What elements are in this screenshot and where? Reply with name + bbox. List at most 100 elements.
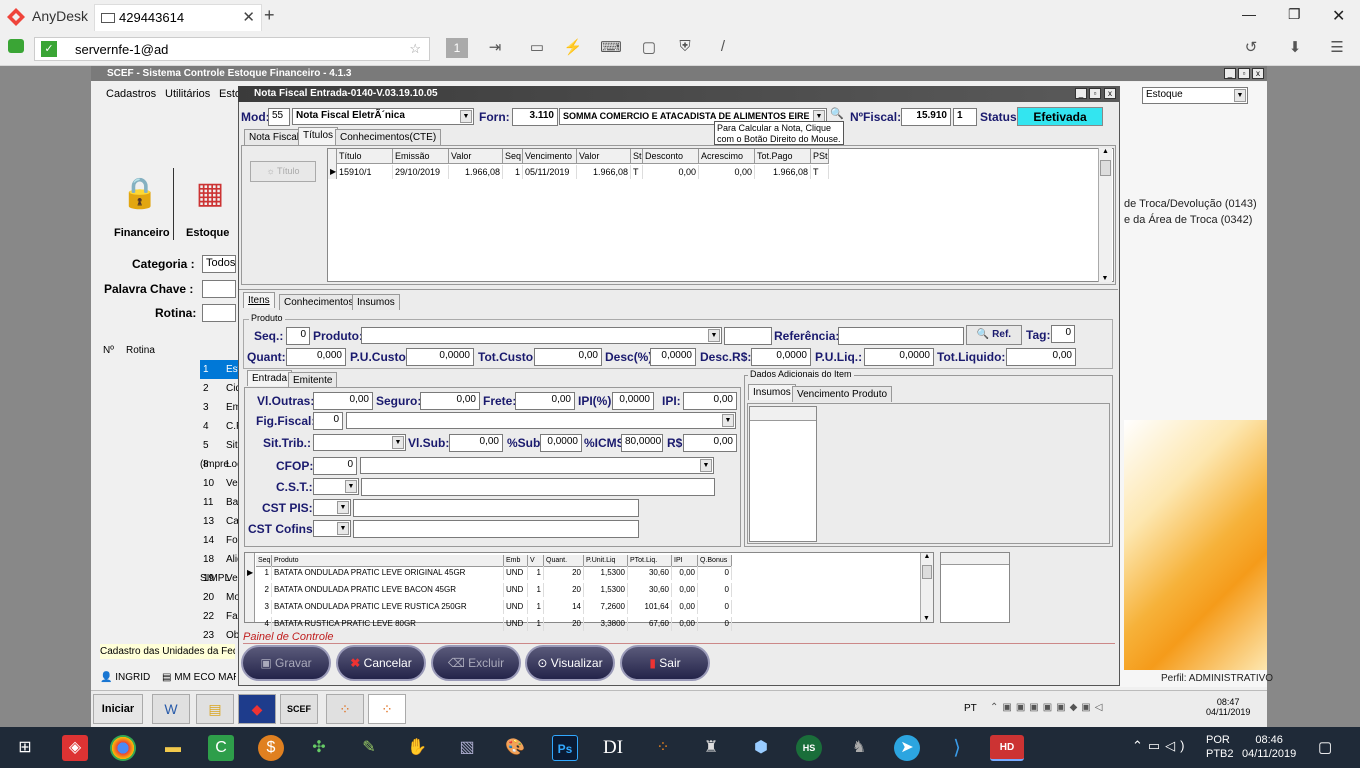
cancelar-button[interactable]: ✖ Cancelar (336, 645, 426, 681)
sittrib-select[interactable]: ▼ (313, 434, 406, 451)
scroll-down-icon[interactable]: ▼ (921, 615, 932, 622)
tab-nota-fiscal[interactable]: Nota Fiscal (244, 129, 305, 145)
cstcofins-select[interactable]: ▼ (313, 520, 351, 537)
actions-icon[interactable]: ⚡ (562, 38, 584, 58)
money-app-icon[interactable]: $ (258, 735, 284, 761)
excluir-button[interactable]: ⌫ Excluir (431, 645, 521, 681)
xp-tray-icons[interactable]: ⌃▣▣▣▣▣◆▣◁ (990, 702, 1106, 713)
scef-close-icon[interactable]: x (1252, 68, 1264, 79)
install-icon[interactable]: ⬇ (1284, 38, 1306, 58)
ipi-perc-input[interactable]: 0,0000 (612, 392, 654, 410)
display-button[interactable]: 1 (446, 38, 468, 58)
produto-code-input[interactable] (724, 327, 772, 345)
gravar-button[interactable]: ▣ Gravar (241, 645, 331, 681)
close-icon[interactable]: ✕ (1332, 6, 1345, 26)
tray-icons[interactable]: ⌃▭◁) (1132, 738, 1190, 754)
tab-conhecimentos[interactable]: Conhecimentos (279, 294, 359, 310)
itens-row[interactable]: 2 BATATA ONDULADA PRATIC LEVE BACON 45GR U… (256, 583, 732, 600)
word-icon[interactable]: W (152, 694, 190, 724)
nf-close-icon[interactable]: x (1104, 88, 1116, 99)
ipi-input[interactable]: 0,00 (683, 392, 737, 410)
psub-input[interactable]: 0,0000 (540, 434, 582, 452)
network-app-icon[interactable]: ✣ (306, 735, 332, 761)
windows-start-icon[interactable]: ⊞ (12, 735, 38, 761)
visualizar-button[interactable]: ⊙ Visualizar (525, 645, 615, 681)
titulo-button[interactable]: ☼ Título (250, 161, 316, 182)
tab-dados-insumos[interactable]: Insumos (748, 384, 796, 400)
scroll-thumb[interactable] (1100, 160, 1111, 176)
picms-input[interactable]: 80,0000 (621, 434, 663, 452)
titulos-col-header[interactable]: St (631, 149, 643, 164)
cfop-input[interactable]: 0 (313, 457, 357, 475)
address-field[interactable]: ✓ servernfe-1@ad ☆ (34, 37, 430, 61)
rotina-input[interactable] (202, 304, 236, 322)
minimize-icon[interactable]: — (1242, 6, 1256, 22)
titulos-col-header[interactable]: Emissão (393, 149, 449, 164)
vscode-icon[interactable]: ⟩ (944, 735, 970, 761)
tab-vencimento-produto[interactable]: Vencimento Produto (792, 386, 893, 402)
rs-input[interactable]: 0,00 (683, 434, 737, 452)
descrs-input[interactable]: 0,0000 (751, 348, 811, 366)
titulos-row[interactable]: 15910/1 29/10/2019 1.966,08 1 05/11/2019 1.96… (337, 165, 829, 182)
anydesk-remote-icon[interactable]: ◆ (238, 694, 276, 724)
folder-icon[interactable]: ▤ (196, 694, 234, 724)
forn-code-input[interactable]: 3.110 (512, 108, 558, 126)
puliq-input[interactable]: 0,0000 (864, 348, 934, 366)
ref-button[interactable]: 🔍 Ref. (966, 325, 1022, 345)
cstcofins-desc-input[interactable] (353, 520, 639, 538)
tab-insumos[interactable]: Insumos (352, 294, 400, 310)
vloutras-input[interactable]: 0,00 (313, 392, 373, 410)
iniciar-button[interactable]: Iniciar (93, 694, 143, 724)
sair-button[interactable]: ▮ Sair (620, 645, 710, 681)
telegram-icon[interactable]: ➤ (894, 735, 920, 761)
tool-app-icon[interactable]: ♜ (698, 735, 724, 761)
hs-app-icon[interactable]: HS (796, 735, 822, 761)
titulos-col-header[interactable]: Acrescimo (699, 149, 755, 164)
hd-app-icon[interactable]: HD (990, 735, 1024, 761)
titulos-col-header[interactable]: Vencimento (523, 149, 577, 164)
quant-input[interactable]: 0,000 (286, 348, 346, 366)
di-app-icon[interactable]: DI (600, 735, 626, 761)
titulos-col-header[interactable]: Seq (503, 149, 523, 164)
scef-icon[interactable]: SCEF (280, 694, 318, 724)
figfiscal-input[interactable]: 0 (313, 412, 343, 430)
notification-icon[interactable]: ▢ (1318, 738, 1332, 756)
chat-icon[interactable]: ▭ (526, 38, 548, 58)
scroll-up-icon[interactable]: ▲ (921, 553, 933, 560)
tag-input[interactable]: 0 (1051, 325, 1075, 343)
nf-maximize-icon[interactable]: ▫ (1089, 88, 1101, 99)
titulos-col-header[interactable]: Título (337, 149, 393, 164)
right-item-area[interactable]: e da Área de Troca (0342) (1124, 214, 1252, 226)
restore-icon[interactable]: ❐ (1288, 6, 1301, 23)
itens-row[interactable]: 1 BATATA ONDULADA PRATIC LEVE ORIGINAL 45… (256, 566, 732, 583)
anydesk-taskbar-icon[interactable]: ◈ (62, 735, 88, 761)
scef-restore-icon[interactable]: ▫ (1238, 68, 1250, 79)
orange-dots-icon[interactable]: ⁘ (650, 735, 676, 761)
tab-emitente[interactable]: Emitente (288, 372, 338, 388)
app-dots-icon[interactable]: ⁘ (326, 694, 364, 724)
hand-app-icon[interactable]: ✋ (404, 735, 430, 761)
menu-icon[interactable]: ☰ (1326, 38, 1348, 58)
seguro-input[interactable]: 0,00 (420, 392, 480, 410)
pucusto-input[interactable]: 0,0000 (406, 348, 474, 366)
frete-input[interactable]: 0,00 (515, 392, 575, 410)
titulos-col-header[interactable]: PSt (811, 149, 829, 164)
notepad-icon[interactable]: ✎ (356, 735, 382, 761)
itens-row[interactable]: 3 BATATA ONDULADA PRATIC LEVE RUSTICA 250… (256, 600, 732, 617)
close-tab-icon[interactable]: ✕ (242, 8, 255, 26)
xp-lang[interactable]: PT (964, 703, 977, 714)
permissions-icon[interactable]: ⛨ (674, 38, 696, 58)
right-combo[interactable]: Estoque ▼ (1142, 87, 1248, 104)
figfiscal-select[interactable]: ▼ (346, 412, 736, 429)
chrome-icon[interactable] (110, 735, 136, 761)
scef-minimize-icon[interactable]: _ (1224, 68, 1236, 79)
explorer-folder-icon[interactable]: ▬ (160, 735, 186, 761)
view-icon[interactable]: ▢ (638, 38, 660, 58)
scroll-down-icon[interactable]: ▼ (1099, 275, 1111, 282)
titulos-col-header[interactable]: Valor (577, 149, 631, 164)
mod-select[interactable]: Nota Fiscal EletrÃ´nica ▼ (292, 108, 474, 125)
menu-cadastros[interactable]: Cadastros (106, 88, 156, 100)
new-tab-icon[interactable]: + (264, 5, 275, 26)
favorite-star-icon[interactable]: ☆ (409, 41, 421, 57)
nfiscal-input[interactable]: 15.910 (901, 108, 951, 126)
